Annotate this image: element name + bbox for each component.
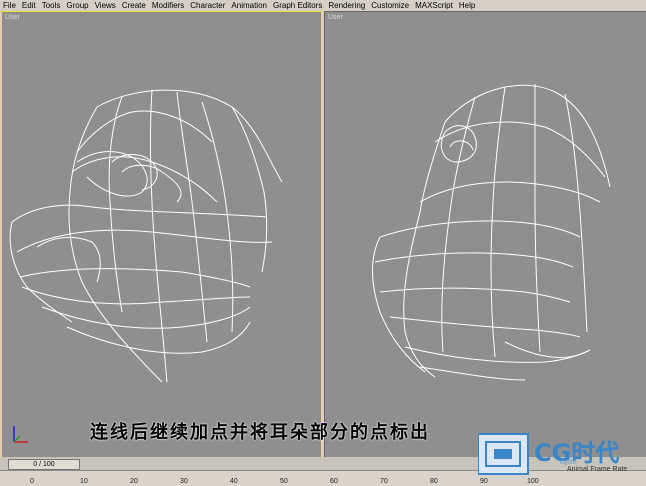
menu-modifiers[interactable]: Modifiers bbox=[149, 0, 187, 11]
wireframe-mesh-left bbox=[9, 89, 283, 383]
timeline-tick: 10 bbox=[80, 478, 88, 485]
menu-rendering[interactable]: Rendering bbox=[325, 0, 368, 11]
menu-graph-editors[interactable]: Graph Editors bbox=[270, 0, 325, 11]
viewport-left[interactable]: User bbox=[1, 11, 322, 458]
menu-maxscript[interactable]: MAXScript bbox=[412, 0, 456, 11]
time-slider[interactable]: 0 / 100 bbox=[8, 459, 80, 470]
menu-views[interactable]: Views bbox=[92, 0, 119, 11]
timeline-tick: 50 bbox=[280, 478, 288, 485]
menu-edit[interactable]: Edit bbox=[19, 0, 39, 11]
viewport-right[interactable]: User bbox=[324, 11, 646, 458]
timeline-tick: 0 bbox=[30, 478, 34, 485]
menu-help[interactable]: Help bbox=[456, 0, 478, 11]
menu-create[interactable]: Create bbox=[119, 0, 149, 11]
menu-file[interactable]: File bbox=[0, 0, 19, 11]
menu-bar: File Edit Tools Group Views Create Modif… bbox=[0, 0, 646, 11]
axis-gizmo-icon bbox=[13, 426, 28, 443]
timeline-tick: 70 bbox=[380, 478, 388, 485]
timeline-tick: 80 bbox=[430, 478, 438, 485]
menu-tools[interactable]: Tools bbox=[39, 0, 64, 11]
status-text: Animal Frame Rate bbox=[567, 466, 628, 473]
wireframe-mesh-right bbox=[372, 83, 611, 381]
menu-animation[interactable]: Animation bbox=[228, 0, 270, 11]
tutorial-caption: 连线后继续加点并将耳朵部分的点标出 bbox=[90, 422, 430, 443]
timeline-tick: 100 bbox=[527, 478, 539, 485]
menu-character[interactable]: Character bbox=[187, 0, 228, 11]
timeline-tick: 40 bbox=[230, 478, 238, 485]
timeline-tick: 90 bbox=[480, 478, 488, 485]
timeline-tick: 20 bbox=[130, 478, 138, 485]
menu-customize[interactable]: Customize bbox=[368, 0, 412, 11]
logo-url: cgtim bbox=[560, 459, 577, 466]
menu-group[interactable]: Group bbox=[63, 0, 91, 11]
timeline-tick: 60 bbox=[330, 478, 338, 485]
timeline-tick: 30 bbox=[180, 478, 188, 485]
